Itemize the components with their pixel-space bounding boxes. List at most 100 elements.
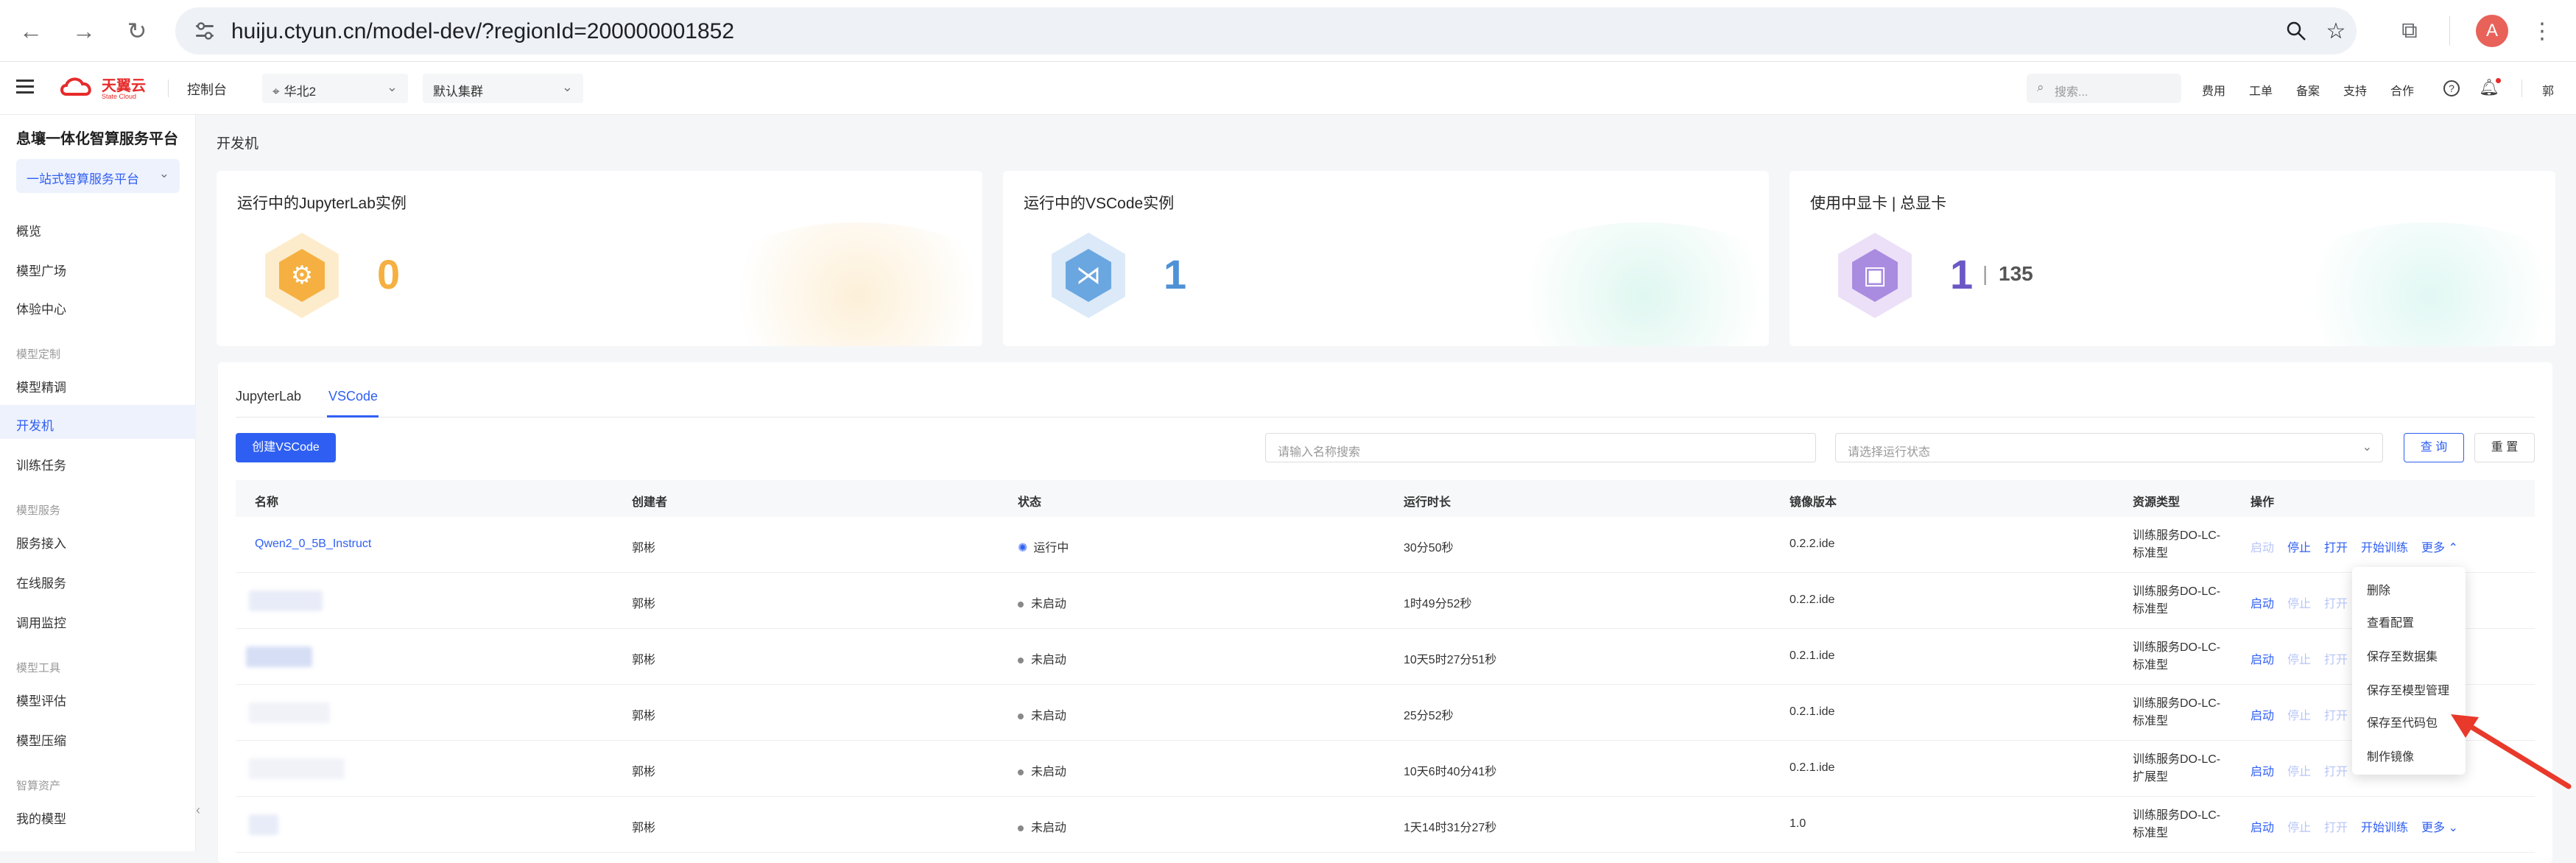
open-button[interactable]: 打开 <box>2324 649 2348 667</box>
creator-cell: 郭彬 <box>632 710 656 722</box>
name-search-input[interactable]: 请输入名称搜索 <box>1265 433 1816 462</box>
sidebar-item-my-models[interactable]: 我的模型 <box>16 809 66 827</box>
annotation-arrow-icon <box>2451 714 2572 789</box>
open-button[interactable]: 打开 <box>2324 538 2348 555</box>
zoom-icon[interactable] <box>2280 15 2312 47</box>
open-button[interactable]: 打开 <box>2324 593 2348 611</box>
back-icon[interactable]: ← <box>15 15 47 47</box>
address-bar[interactable]: huiju.ctyun.cn/model-dev/?regionId=20000… <box>175 7 2357 54</box>
resource-cell: 训练服务DO-LC- 标准型 <box>2133 695 2220 730</box>
stop-button[interactable]: 停止 <box>2287 649 2311 667</box>
start-button[interactable]: 启动 <box>2251 593 2274 611</box>
global-search-input[interactable]: ⌕ 搜索... <box>2027 74 2181 103</box>
menu-item-make-image[interactable]: 制作镜像 <box>2367 747 2414 764</box>
start-button[interactable]: 启动 <box>2251 538 2274 555</box>
start-button[interactable]: 启动 <box>2251 705 2274 723</box>
status-cell: 未启动 <box>1018 817 1066 835</box>
start-button[interactable]: 启动 <box>2251 761 2274 779</box>
more-label: 更多 <box>2421 542 2446 554</box>
sidebar-group-service: 模型服务 <box>16 504 61 517</box>
bookmark-star-icon[interactable]: ☆ <box>2320 15 2352 47</box>
hamburger-icon[interactable] <box>16 80 34 94</box>
nav-link-billing[interactable]: 费用 <box>2202 81 2225 99</box>
forward-icon[interactable]: → <box>68 15 100 47</box>
status-dot-icon <box>1018 825 1024 831</box>
reset-button[interactable]: 重 置 <box>2474 433 2535 462</box>
more-button[interactable]: 更多 ⌄ <box>2421 817 2458 835</box>
vscode-stat-card: 运行中的VSCode实例 ⋊ 1 <box>1003 171 1769 346</box>
stop-button[interactable]: 停止 <box>2287 538 2311 555</box>
menu-item-delete[interactable]: 删除 <box>2367 580 2390 598</box>
creator-cell: 郭彬 <box>632 542 656 554</box>
sidebar-item-experience[interactable]: 体验中心 <box>16 299 66 317</box>
sidebar-item-eval[interactable]: 模型评估 <box>16 691 66 709</box>
tab-jupyterlab[interactable]: JupyterLab <box>236 389 301 404</box>
instance-name-link[interactable]: Qwen2_0_5B_Instruct <box>255 538 371 551</box>
resource-line2: 扩展型 <box>2133 771 2169 783</box>
sidebar-item-training[interactable]: 训练任务 <box>16 455 66 473</box>
more-label: 更多 <box>2421 822 2446 834</box>
profile-avatar[interactable]: A <box>2476 15 2508 47</box>
cluster-select[interactable]: 默认集群 ⌄ <box>423 74 583 103</box>
platform-select[interactable]: 一站式智算服务平台 ⌄ <box>16 159 180 193</box>
image-cell: 0.2.2.ide <box>1790 538 1835 550</box>
tab-vscode[interactable]: VSCode <box>328 389 378 404</box>
stop-button[interactable]: 停止 <box>2287 593 2311 611</box>
help-icon[interactable]: ? <box>2443 80 2460 96</box>
console-link[interactable]: 控制台 <box>187 80 227 99</box>
menu-item-view-config[interactable]: 查看配置 <box>2367 613 2414 630</box>
chevron-down-icon: ⌄ <box>158 166 169 180</box>
menu-item-save-codepack[interactable]: 保存至代码包 <box>2367 713 2438 730</box>
open-button[interactable]: 打开 <box>2324 817 2348 835</box>
start-button[interactable]: 启动 <box>2251 649 2274 667</box>
browser-menu-icon[interactable]: ⋮ <box>2526 15 2558 47</box>
user-menu[interactable]: 郭 <box>2542 81 2554 99</box>
site-settings-icon[interactable] <box>194 21 217 41</box>
sidebar-item-finetune[interactable]: 模型精调 <box>16 377 66 395</box>
extensions-icon[interactable]: ⧉ <box>2393 15 2426 47</box>
status-cell: 未启动 <box>1018 761 1066 779</box>
status-dot-icon <box>1018 601 1024 607</box>
nav-link-support[interactable]: 支持 <box>2343 81 2367 99</box>
sidebar-item-model-square[interactable]: 模型广场 <box>16 261 66 279</box>
redacted-name <box>249 702 330 723</box>
sidebar-item-devbox[interactable]: 开发机 <box>16 415 54 434</box>
table-row: Qwen2_0_5B_Instruct 郭彬 ✺ 运行中 30分50秒 0.2.2… <box>236 517 2535 573</box>
sidebar-item-online-service[interactable]: 在线服务 <box>16 573 66 591</box>
start-button[interactable]: 启动 <box>2251 817 2274 835</box>
open-button[interactable]: 打开 <box>2324 761 2348 779</box>
image-cell: 0.2.1.ide <box>1790 649 1835 662</box>
menu-item-save-dataset[interactable]: 保存至数据集 <box>2367 647 2438 664</box>
region-select[interactable]: ⌖ 华北2 ⌄ <box>262 74 408 103</box>
start-training-button[interactable]: 开始训练 <box>2361 538 2408 555</box>
table-row: 郭彬 未启动 10天5时27分51秒 0.2.1.ide 训练服务DO-LC- 标… <box>236 629 2535 685</box>
stop-button[interactable]: 停止 <box>2287 817 2311 835</box>
sidebar-item-monitor[interactable]: 调用监控 <box>16 613 66 631</box>
nav-link-tickets[interactable]: 工单 <box>2249 81 2273 99</box>
query-button[interactable]: 查 询 <box>2404 433 2464 462</box>
bell-icon[interactable]: 🔔︎ <box>2479 78 2501 97</box>
reload-icon[interactable]: ↻ <box>121 15 153 47</box>
start-training-button[interactable]: 开始训练 <box>2361 817 2408 835</box>
sidebar-item-compress[interactable]: 模型压缩 <box>16 730 66 749</box>
open-button[interactable]: 打开 <box>2324 705 2348 723</box>
more-button[interactable]: 更多 ⌃ <box>2421 538 2458 555</box>
status-select[interactable]: 请选择运行状态 ⌄ <box>1835 433 2383 462</box>
status-text: 运行中 <box>1033 542 1069 554</box>
status-cell: 未启动 <box>1018 593 1066 611</box>
stop-button[interactable]: 停止 <box>2287 761 2311 779</box>
stop-button[interactable]: 停止 <box>2287 705 2311 723</box>
status-cell: 未启动 <box>1018 705 1066 723</box>
nav-link-partner[interactable]: 合作 <box>2390 81 2414 99</box>
sidebar-group-custom: 模型定制 <box>16 348 61 361</box>
url-text[interactable]: huiju.ctyun.cn/model-dev/?regionId=20000… <box>231 19 734 44</box>
sidebar-item-overview[interactable]: 概览 <box>16 221 41 239</box>
brand-logo[interactable]: 天翼云 State Cloud <box>59 72 150 105</box>
sidebar-item-service-access[interactable]: 服务接入 <box>16 533 66 552</box>
create-vscode-button[interactable]: 创建VSCode <box>236 433 336 462</box>
nav-link-filing[interactable]: 备案 <box>2296 81 2320 99</box>
menu-item-save-model[interactable]: 保存至模型管理 <box>2367 680 2449 698</box>
location-icon: ⌖ <box>272 85 280 99</box>
table-row: 郭彬 未启动 1时49分52秒 0.2.2.ide 训练服务DO-LC- 标准型 … <box>236 573 2535 629</box>
cloud-logo-icon <box>60 77 91 96</box>
